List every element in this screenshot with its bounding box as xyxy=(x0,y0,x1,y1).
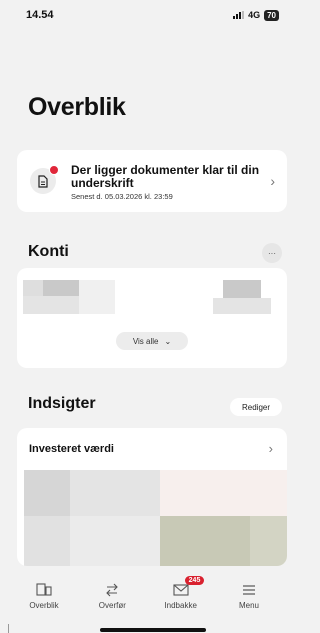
chevron-down-icon: ⌄ xyxy=(164,336,172,346)
menu-icon xyxy=(242,582,256,598)
invested-value-card[interactable]: Investeret værdi › xyxy=(17,428,287,566)
tab-label-menu: Menu xyxy=(238,600,259,610)
status-bar: 14.54 4G 70 xyxy=(0,0,293,30)
overview-icon xyxy=(36,582,52,598)
blurred-content xyxy=(250,516,287,566)
transfer-icon xyxy=(104,582,120,598)
status-time: 14.54 xyxy=(26,9,54,21)
tab-transfer[interactable]: Overfør xyxy=(82,573,142,618)
blurred-content xyxy=(79,280,115,314)
page-title: Overblik xyxy=(28,93,126,121)
notice-title: Der ligger dokumenter klar til din under… xyxy=(71,163,260,190)
accounts-section-title: Konti xyxy=(28,243,69,260)
edge-marker xyxy=(8,624,9,633)
signal-icon xyxy=(233,11,245,19)
tab-menu[interactable]: Menu xyxy=(219,573,279,618)
chevron-right-icon: › xyxy=(270,173,275,189)
tab-overview[interactable]: Overblik xyxy=(14,573,74,618)
network-type: 4G xyxy=(248,10,261,20)
blurred-content xyxy=(23,296,79,314)
invested-value-title: Investeret værdi xyxy=(29,443,114,455)
home-indicator[interactable] xyxy=(100,628,206,632)
signature-notice-card[interactable]: Der ligger dokumenter klar til din under… xyxy=(17,150,287,212)
blurred-content xyxy=(23,280,43,296)
blurred-content xyxy=(213,298,271,314)
chevron-right-icon: › xyxy=(268,441,273,456)
accounts-more-button[interactable]: ··· xyxy=(262,243,282,263)
insights-section-title: Indsigter xyxy=(28,395,96,412)
tab-label-transfer: Overfør xyxy=(98,600,126,610)
tab-bar: Overblik Overfør 245 Indbakke Menu xyxy=(0,573,293,618)
blurred-content xyxy=(24,516,70,566)
show-all-label: Vis alle xyxy=(132,336,159,346)
blurred-content xyxy=(70,470,160,516)
tab-label-overview: Overblik xyxy=(29,600,59,610)
notification-dot xyxy=(49,165,59,175)
blurred-content xyxy=(160,516,250,566)
notice-deadline: Senest d. 05.03.2026 kl. 23:59 xyxy=(71,192,173,201)
edit-insights-button[interactable]: Rediger xyxy=(230,398,282,416)
battery-icon: 70 xyxy=(264,9,279,21)
tab-label-inbox: Indbakke xyxy=(164,600,197,610)
inbox-badge: 245 xyxy=(184,576,205,585)
blurred-content xyxy=(70,516,160,566)
blurred-content xyxy=(223,280,261,298)
blurred-content xyxy=(160,470,287,516)
tab-inbox[interactable]: 245 Indbakke xyxy=(151,573,211,618)
accounts-card: Vis alle ⌄ xyxy=(17,268,287,368)
show-all-accounts-button[interactable]: Vis alle ⌄ xyxy=(116,332,188,350)
blurred-content xyxy=(24,470,70,516)
status-indicators: 4G 70 xyxy=(233,9,279,21)
document-icon xyxy=(30,165,59,194)
